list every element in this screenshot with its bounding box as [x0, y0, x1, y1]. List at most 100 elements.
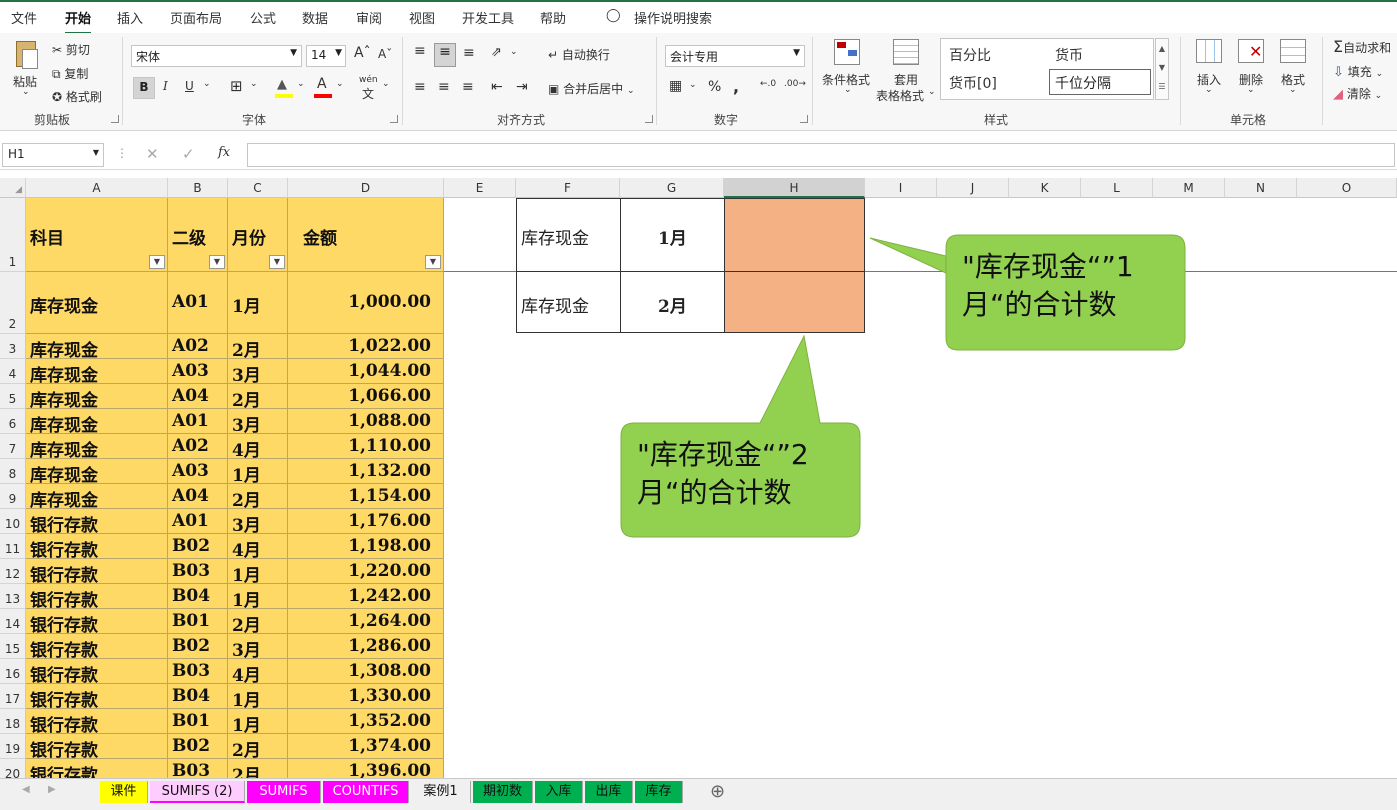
- align-center-icon[interactable]: ≡: [438, 79, 450, 95]
- copy-label: 复制: [64, 67, 89, 81]
- align-top-icon[interactable]: ≡: [414, 43, 426, 59]
- paste-icon[interactable]: [12, 41, 40, 71]
- bold-button[interactable]: B: [133, 77, 155, 99]
- formula-bar: H1 ▼ ⋮ ✕ ✓ fx: [0, 140, 1397, 170]
- cut-button[interactable]: ✂ 剪切: [52, 41, 90, 58]
- accounting-format-icon[interactable]: ▦: [669, 78, 682, 94]
- chevron-down-icon[interactable]: ⌄: [510, 47, 518, 57]
- chevron-down-icon[interactable]: ⌄: [250, 79, 258, 89]
- chevron-down-icon[interactable]: ⌄: [1289, 85, 1297, 95]
- border-icon[interactable]: ⊞: [230, 77, 243, 95]
- chevron-down-icon: ▼: [92, 148, 99, 157]
- insert-function-button[interactable]: fx: [218, 145, 230, 160]
- increase-font-icon[interactable]: Aˆ: [354, 45, 371, 61]
- fill-button[interactable]: ⇩ 填充 ⌄: [1333, 63, 1383, 80]
- decrease-decimal-icon[interactable]: .00→: [784, 79, 806, 89]
- sheet-tab[interactable]: 出库: [585, 781, 633, 803]
- increase-decimal-icon[interactable]: ←.0: [760, 79, 776, 89]
- align-right-icon[interactable]: ≡: [462, 79, 474, 95]
- alignment-launcher-icon[interactable]: [645, 115, 653, 123]
- menu-data[interactable]: 数据: [302, 8, 328, 27]
- comma-style-icon[interactable]: ,: [733, 77, 739, 96]
- menu-developer[interactable]: 开发工具: [462, 8, 514, 27]
- style-percent[interactable]: 百分比: [949, 45, 991, 65]
- font-size-select[interactable]: 14 ▼: [306, 45, 346, 67]
- increase-indent-icon[interactable]: ⇥: [516, 79, 528, 95]
- sheet-tab[interactable]: COUNTIFS: [323, 781, 409, 803]
- fill-color-icon[interactable]: ▲: [275, 77, 293, 99]
- decrease-indent-icon[interactable]: ⇤: [491, 79, 503, 95]
- cell-styles-gallery: 百分比 货币 货币[0] 千位分隔: [940, 38, 1154, 100]
- sheet-tab[interactable]: 案例1: [411, 781, 471, 803]
- more-options-icon: ⋮: [116, 146, 128, 160]
- autosum-button[interactable]: Σ自动求和: [1333, 37, 1391, 56]
- chevron-down-icon[interactable]: ⌄: [22, 87, 30, 97]
- font-color-icon[interactable]: A: [314, 76, 332, 99]
- align-middle-icon[interactable]: ≡: [434, 43, 456, 67]
- name-box[interactable]: H1 ▼: [2, 143, 104, 167]
- font-name-select[interactable]: 宋体 ▼: [131, 45, 302, 67]
- align-left-icon[interactable]: ≡: [414, 79, 426, 95]
- format-as-table-label-2[interactable]: 表格格式: [876, 87, 924, 104]
- next-sheet-icon[interactable]: ▶: [48, 784, 56, 795]
- formula-input[interactable]: [247, 143, 1395, 167]
- sheet-tab[interactable]: 库存: [635, 781, 683, 803]
- copy-button[interactable]: ⧉ 复制: [52, 65, 88, 82]
- menu-view[interactable]: 视图: [409, 8, 435, 27]
- number-format-select[interactable]: 会计专用 ▼: [665, 45, 805, 67]
- menu-formulas[interactable]: 公式: [250, 8, 276, 27]
- cancel-icon[interactable]: ✕: [146, 145, 159, 163]
- tell-me-search[interactable]: 操作说明搜索: [634, 8, 712, 27]
- chevron-down-icon[interactable]: ⌄: [1205, 85, 1213, 95]
- wrap-text-button[interactable]: ↵ 自动换行: [548, 46, 610, 63]
- style-comma[interactable]: 千位分隔: [1049, 69, 1151, 95]
- underline-button[interactable]: U: [185, 79, 194, 93]
- number-launcher-icon[interactable]: [800, 115, 808, 123]
- menu-page-layout[interactable]: 页面布局: [170, 8, 222, 27]
- worksheet-grid[interactable]: ◢ A B C D E F G H I J K L M N O 12345678…: [0, 178, 1397, 778]
- chevron-down-icon[interactable]: ⌄: [336, 79, 344, 89]
- decrease-font-icon[interactable]: Aˇ: [378, 47, 392, 61]
- chevron-down-icon[interactable]: ⌄: [689, 80, 697, 90]
- prev-sheet-icon[interactable]: ◀: [22, 784, 30, 795]
- sheet-tab[interactable]: SUMIFS: [247, 781, 321, 803]
- add-sheet-icon[interactable]: ⊕: [710, 781, 725, 802]
- menu-bar: 文件 开始 插入 页面布局 公式 数据 审阅 视图 开发工具 帮助 ◯ 操作说明…: [0, 0, 1397, 35]
- align-bottom-icon[interactable]: ≡: [463, 45, 475, 61]
- italic-button[interactable]: I: [163, 79, 168, 93]
- chevron-down-icon[interactable]: ⌄: [928, 87, 936, 97]
- format-painter-button[interactable]: ✪ 格式刷: [52, 88, 102, 105]
- phonetic-icon: 文: [362, 87, 375, 101]
- name-box-value: H1: [8, 147, 25, 161]
- menu-help[interactable]: 帮助: [540, 8, 566, 27]
- sheet-tab[interactable]: 入库: [535, 781, 583, 803]
- clear-button[interactable]: ◢ 清除 ⌄: [1333, 85, 1382, 102]
- format-as-table-label-1[interactable]: 套用: [894, 71, 918, 88]
- menu-file[interactable]: 文件: [11, 8, 37, 27]
- chevron-down-icon[interactable]: ⌄: [844, 85, 852, 95]
- gallery-scroll[interactable]: ▲ ▼ ☰: [1155, 38, 1169, 100]
- chevron-down-icon: ▼: [335, 48, 342, 58]
- clipboard-launcher-icon[interactable]: [111, 115, 119, 123]
- sheet-tab[interactable]: SUMIFS (2): [150, 781, 245, 803]
- sheet-tab[interactable]: 期初数: [473, 781, 533, 803]
- menu-home[interactable]: 开始: [65, 8, 92, 35]
- wrap-text-label: 自动换行: [561, 48, 610, 62]
- percent-style-button[interactable]: %: [708, 79, 721, 95]
- divider: [402, 37, 403, 125]
- chevron-down-icon[interactable]: ⌄: [1247, 85, 1255, 95]
- menu-insert[interactable]: 插入: [117, 8, 143, 27]
- font-size-value: 14: [311, 48, 327, 62]
- enter-icon[interactable]: ✓: [182, 145, 195, 163]
- style-currency[interactable]: 货币: [1055, 45, 1083, 65]
- merge-center-button[interactable]: ▣ 合并后居中 ⌄: [548, 80, 635, 97]
- orientation-icon[interactable]: ⇗: [491, 45, 502, 60]
- phonetic-button[interactable]: wén: [359, 75, 378, 85]
- chevron-down-icon[interactable]: ⌄: [203, 79, 211, 89]
- font-launcher-icon[interactable]: [390, 115, 398, 123]
- chevron-down-icon[interactable]: ⌄: [297, 79, 305, 89]
- menu-review[interactable]: 审阅: [356, 8, 382, 27]
- chevron-down-icon[interactable]: ⌄: [382, 79, 390, 89]
- sheet-tab[interactable]: 课件: [100, 781, 148, 803]
- style-currency-0[interactable]: 货币[0]: [949, 73, 997, 93]
